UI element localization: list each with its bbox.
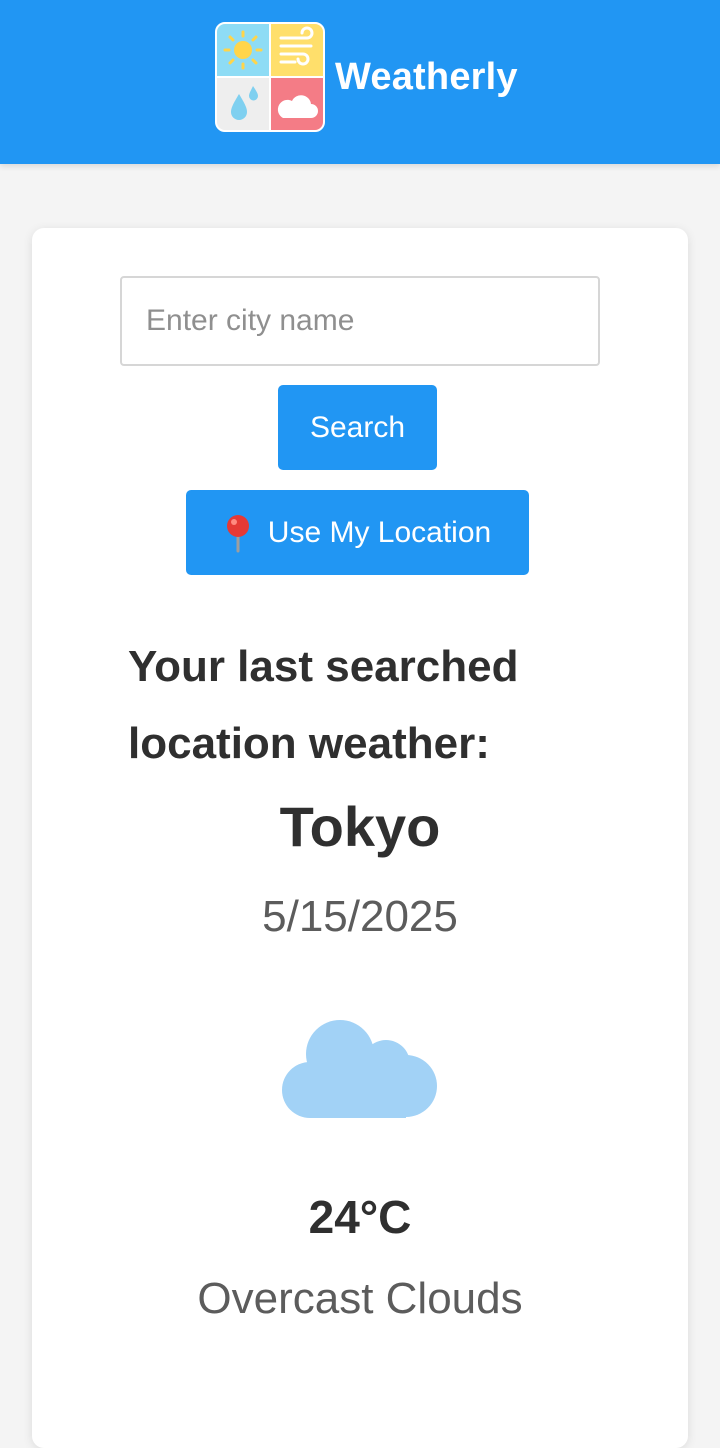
city-search-input[interactable]: [120, 276, 600, 366]
temperature: 24°C: [308, 1191, 412, 1243]
use-my-location-label: Use My Location: [267, 515, 492, 549]
cloud-icon: [278, 1018, 442, 1122]
weather-description: Overcast Clouds: [197, 1274, 523, 1323]
search-button-label: Search: [309, 410, 406, 444]
app-header: Weatherly: [0, 0, 720, 164]
weather-card: Search Use My Location Your last searche…: [32, 228, 688, 1448]
weather-date: 5/15/2025: [262, 892, 458, 941]
city-name: Tokyo: [279, 795, 441, 858]
search-button[interactable]: Search: [278, 385, 437, 470]
last-search-heading: Your last searched location weather:: [128, 642, 519, 768]
brand[interactable]: Weatherly: [215, 22, 518, 132]
map-pin-icon: [224, 513, 252, 553]
use-my-location-button[interactable]: Use My Location: [186, 490, 529, 575]
weatherly-logo-icon: [215, 22, 325, 132]
app-title: Weatherly: [335, 55, 518, 98]
